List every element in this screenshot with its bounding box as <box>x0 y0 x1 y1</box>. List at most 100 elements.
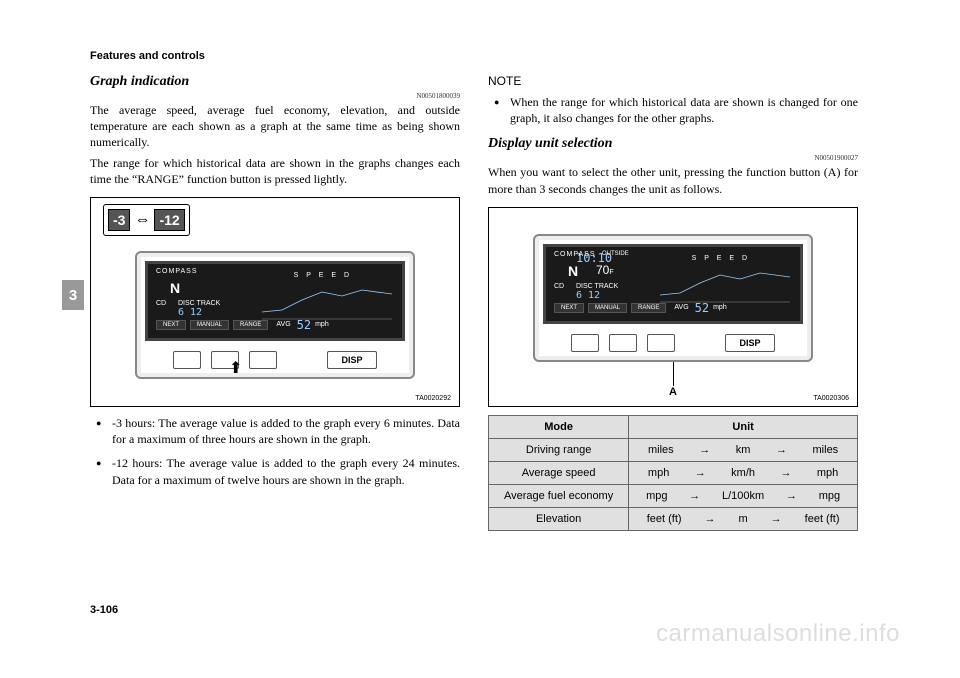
arrow-icon: → <box>776 444 787 456</box>
table-row: Average fuel economy mpg → L/100km → mpg <box>489 484 858 507</box>
physical-button-2[interactable] <box>609 334 637 352</box>
unit-2: km <box>736 444 751 456</box>
th-unit: Unit <box>629 415 858 438</box>
unit-1: miles <box>648 444 674 456</box>
temp-value: 70 <box>596 263 609 277</box>
arrow-icon: → <box>780 467 791 479</box>
cd-label: CD <box>156 300 166 307</box>
side-tab: 3 <box>62 280 84 310</box>
label-A: A <box>669 386 677 398</box>
disc-track-label: DISC TRACK 6 12 <box>576 283 618 301</box>
physical-button-3[interactable] <box>249 351 277 369</box>
physical-button-1[interactable] <box>173 351 201 369</box>
bottom-row: NEXT MANUAL RANGE AVG 52 mph <box>156 318 329 332</box>
range-soft-button: RANGE <box>631 303 666 313</box>
table-row: Average speed mph → km/h → mph <box>489 461 858 484</box>
unit-1: mpg <box>646 490 667 502</box>
left-column: Graph indication N00501800039 The averag… <box>90 74 460 531</box>
display-device: 10:10 COMPASS OUTSIDE S P E E D N 70F CD… <box>533 234 813 362</box>
callout-minus12: -12 <box>154 209 184 231</box>
unit-1: feet (ft) <box>647 513 682 525</box>
lcd-screen: COMPASS S P E E D N CD DISC TRACK 6 12 <box>145 261 405 341</box>
arrow-icon: → <box>689 490 700 502</box>
section-header: Features and controls <box>90 50 870 62</box>
bullet-list: -3 hours: The average value is added to … <box>90 415 460 488</box>
watermark: carmanualsonline.info <box>656 620 900 648</box>
avg-label: AVG <box>674 304 688 311</box>
avg-value: 52 <box>297 318 311 332</box>
physical-button-1[interactable] <box>571 334 599 352</box>
page-number: 3-106 <box>90 604 118 616</box>
manual-soft-button: MANUAL <box>190 320 229 330</box>
physical-button-row: DISP <box>145 351 405 369</box>
disc-track-text: DISC TRACK <box>178 300 220 307</box>
unit-3: miles <box>813 444 839 456</box>
compass-direction: N <box>568 263 578 279</box>
arrow-icon: → <box>705 513 716 525</box>
double-arrow-icon: ⇔ <box>134 211 150 229</box>
range-callout: -3 ⇔ -12 <box>103 204 190 236</box>
ref-number: N00501900027 <box>488 154 858 162</box>
physical-button-row: DISP <box>543 334 803 352</box>
figure-id: TA0020306 <box>813 395 849 402</box>
th-mode: Mode <box>489 415 629 438</box>
up-arrow-icon: ⬆ <box>229 358 242 378</box>
graph-indication-title: Graph indication <box>90 74 460 90</box>
next-soft-button: NEXT <box>554 303 584 313</box>
range-soft-button: RANGE <box>233 320 268 330</box>
ref-number: N00501800039 <box>90 92 460 100</box>
speed-label: S P E E D <box>692 255 750 262</box>
mode-cell: Average speed <box>489 461 629 484</box>
mode-cell: Average fuel economy <box>489 484 629 507</box>
disc-track-label: DISC TRACK 6 12 <box>178 300 220 318</box>
arrow-icon: → <box>771 513 782 525</box>
unit-3: mpg <box>819 490 840 502</box>
compass-label: COMPASS <box>156 268 198 275</box>
unit-cell: mpg → L/100km → mpg <box>629 484 858 507</box>
physical-button-A[interactable] <box>647 334 675 352</box>
speed-graph <box>660 265 790 303</box>
mode-cell: Elevation <box>489 507 629 530</box>
arrow-icon: → <box>695 467 706 479</box>
unit-3: mph <box>817 467 838 479</box>
temp-unit: F <box>609 269 613 276</box>
speed-graph <box>262 282 392 320</box>
note-bullet: When the range for which historical data… <box>510 94 858 126</box>
pointer-line <box>673 362 674 386</box>
bottom-row: NEXT MANUAL RANGE AVG 52 mph <box>554 301 727 315</box>
unit-2: L/100km <box>722 490 764 502</box>
units-table: Mode Unit Driving range miles → km → mil… <box>488 415 858 531</box>
compass-label: COMPASS <box>554 251 596 258</box>
disc-track-values: 6 12 <box>576 290 600 301</box>
disc-track-values: 6 12 <box>178 307 202 318</box>
table-header-row: Mode Unit <box>489 415 858 438</box>
paragraph: When you want to select the other unit, … <box>488 164 858 196</box>
manual-soft-button: MANUAL <box>588 303 627 313</box>
unit-1: mph <box>648 467 669 479</box>
right-column: NOTE When the range for which historical… <box>488 74 858 531</box>
figure-unit-selection: 10:10 COMPASS OUTSIDE S P E E D N 70F CD… <box>488 207 858 407</box>
avg-value: 52 <box>695 301 709 315</box>
unit-3: feet (ft) <box>805 513 840 525</box>
figure-id: TA0020292 <box>415 395 451 402</box>
callout-minus3: -3 <box>108 209 130 231</box>
unit-cell: mph → km/h → mph <box>629 461 858 484</box>
disc-track-text: DISC TRACK <box>576 283 618 290</box>
display-device: COMPASS S P E E D N CD DISC TRACK 6 12 <box>135 251 415 379</box>
note-label: NOTE <box>488 74 858 88</box>
cd-label: CD <box>554 283 564 290</box>
compass-direction: N <box>170 280 180 296</box>
outside-label: OUTSIDE <box>602 251 629 257</box>
figure-graph-indication: -3 ⇔ -12 COMPASS S P E E D N CD DISC TRA… <box>90 197 460 407</box>
arrow-icon: → <box>699 444 710 456</box>
unit-2: m <box>739 513 748 525</box>
table-row: Elevation feet (ft) → m → feet (ft) <box>489 507 858 530</box>
paragraph: The average speed, average fuel economy,… <box>90 102 460 151</box>
bullet-minus12: -12 hours: The average value is added to… <box>112 455 460 487</box>
disp-button[interactable]: DISP <box>725 334 775 352</box>
disp-button[interactable]: DISP <box>327 351 377 369</box>
mode-cell: Driving range <box>489 438 629 461</box>
arrow-icon: → <box>786 490 797 502</box>
lcd-screen: 10:10 COMPASS OUTSIDE S P E E D N 70F CD… <box>543 244 803 324</box>
outside-temp: 70F <box>596 263 614 277</box>
